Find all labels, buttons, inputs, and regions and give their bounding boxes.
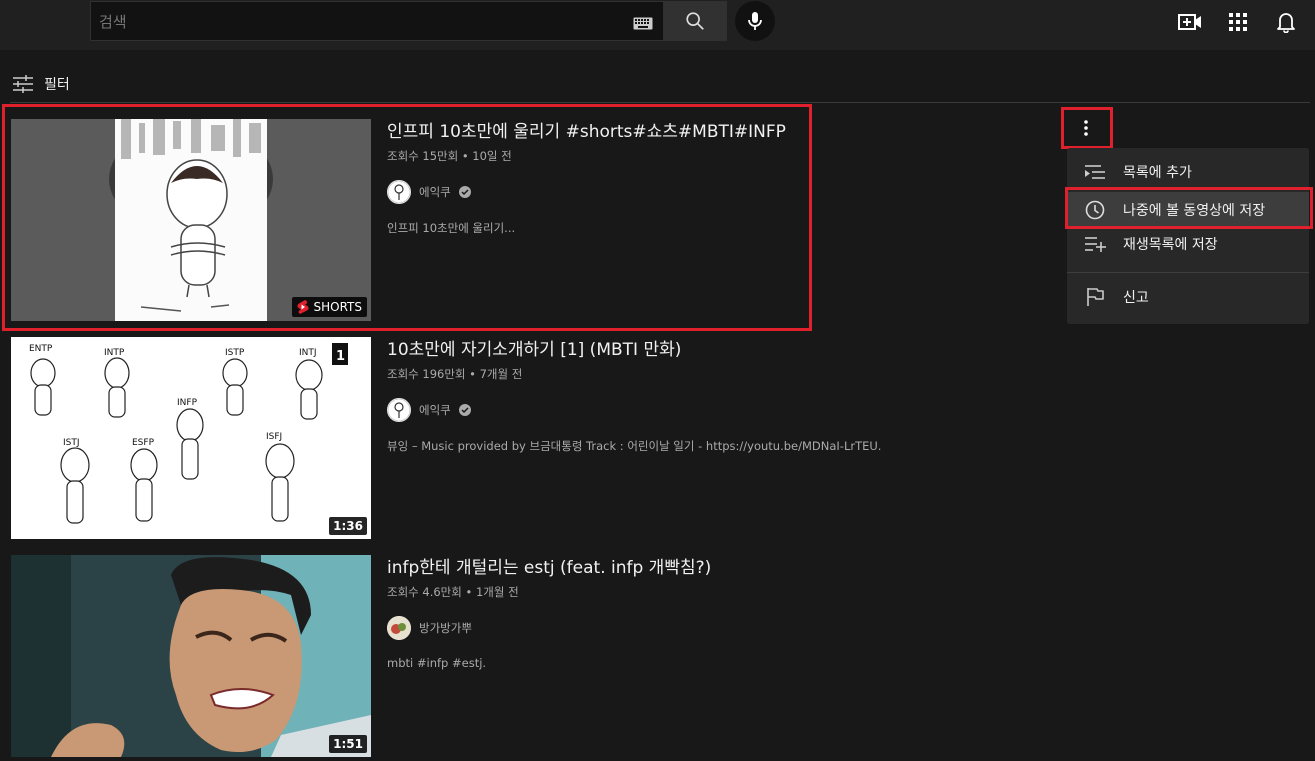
thumbnail-image xyxy=(11,555,371,757)
channel-info[interactable]: 에익쿠 xyxy=(387,398,1027,422)
filter-icon xyxy=(13,75,33,93)
menu-item-label: 목록에 추가 xyxy=(1123,165,1192,181)
video-result[interactable]: 1:51 infp한테 개털리는 estj (feat. infp 개빡침?) … xyxy=(11,555,1051,757)
top-bar xyxy=(0,0,1315,50)
menu-item-add-to-queue[interactable]: 목록에 추가 xyxy=(1067,154,1309,190)
voice-search-button[interactable] xyxy=(735,1,775,41)
thumb-label: ISTP xyxy=(225,348,245,358)
search-box xyxy=(90,1,663,41)
playlist-add-icon xyxy=(1083,232,1107,256)
thumb-label: ESFP xyxy=(132,438,155,448)
apps-grid-icon xyxy=(1229,13,1247,31)
create-video-button[interactable] xyxy=(1178,10,1202,34)
context-menu: 목록에 추가 나중에 볼 동영상에 저장 재생목록에 저장 신고 xyxy=(1067,148,1309,324)
search-icon xyxy=(686,12,704,30)
channel-name[interactable]: 방가방가뿌 xyxy=(419,620,472,636)
channel-avatar[interactable] xyxy=(387,616,411,640)
thumb-label: ISFJ xyxy=(266,432,282,442)
video-stats: 조회수 196만회 • 7개월 전 xyxy=(387,367,523,381)
duration-badge: 1:36 xyxy=(329,517,367,535)
menu-item-label: 재생목록에 저장 xyxy=(1123,237,1218,253)
video-add-icon xyxy=(1178,14,1201,30)
thumb-corner-number: 1 xyxy=(336,349,345,364)
highlight-box xyxy=(1065,187,1313,229)
video-description: mbti #infp #estj. xyxy=(387,656,487,670)
video-description: 뷰잉 – Music provided by 브금대통령 Track : 어린이… xyxy=(387,439,882,453)
flag-icon xyxy=(1083,285,1107,309)
duration-badge: 1:51 xyxy=(329,735,367,753)
video-info: 10초만에 자기소개하기 [1] (MBTI 만화) 조회수 196만회 • 7… xyxy=(387,337,1027,454)
bell-icon xyxy=(1277,13,1295,33)
highlight-box xyxy=(1061,107,1113,149)
apps-button[interactable] xyxy=(1226,10,1250,34)
divider xyxy=(10,102,1310,103)
video-result[interactable]: ENTP INTP ISTP INTJ INFP ISTJ ESFP ISFJ … xyxy=(11,337,1051,539)
video-title[interactable]: infp한테 개털리는 estj (feat. infp 개빡침?) xyxy=(387,556,1027,580)
verified-icon xyxy=(458,404,471,416)
search-input[interactable] xyxy=(99,11,619,33)
video-info: infp한테 개털리는 estj (feat. infp 개빡침?) 조회수 4… xyxy=(387,555,1027,670)
microphone-icon xyxy=(748,12,762,30)
video-title[interactable]: 10초만에 자기소개하기 [1] (MBTI 만화) xyxy=(387,338,1027,362)
menu-item-label: 신고 xyxy=(1123,290,1149,306)
thumb-label: ISTJ xyxy=(63,438,80,448)
highlight-box xyxy=(2,104,812,331)
menu-item-save-to-playlist[interactable]: 재생목록에 저장 xyxy=(1067,226,1309,262)
filter-button[interactable]: 필터 xyxy=(12,72,70,96)
thumbnail-image: ENTP INTP ISTP INTJ INFP ISTJ ESFP ISFJ … xyxy=(11,337,371,539)
notifications-button[interactable] xyxy=(1274,10,1298,34)
menu-item-report[interactable]: 신고 xyxy=(1067,279,1309,315)
channel-avatar[interactable] xyxy=(387,398,411,422)
video-thumbnail[interactable]: ENTP INTP ISTP INTJ INFP ISTJ ESFP ISFJ … xyxy=(11,337,371,539)
thumb-label: INTJ xyxy=(299,348,317,358)
thumb-label: INTP xyxy=(104,348,125,358)
channel-info[interactable]: 방가방가뿌 xyxy=(387,616,1027,640)
queue-icon xyxy=(1083,160,1107,184)
channel-name[interactable]: 에익쿠 xyxy=(419,402,451,418)
video-thumbnail[interactable]: 1:51 xyxy=(11,555,371,757)
search-button[interactable] xyxy=(663,1,727,41)
menu-divider xyxy=(1067,272,1309,273)
filter-label: 필터 xyxy=(44,77,70,93)
keyboard-icon[interactable] xyxy=(633,15,653,34)
thumb-label: ENTP xyxy=(29,344,53,354)
video-stats: 조회수 4.6만회 • 1개월 전 xyxy=(387,585,519,599)
thumb-label: INFP xyxy=(177,398,198,408)
